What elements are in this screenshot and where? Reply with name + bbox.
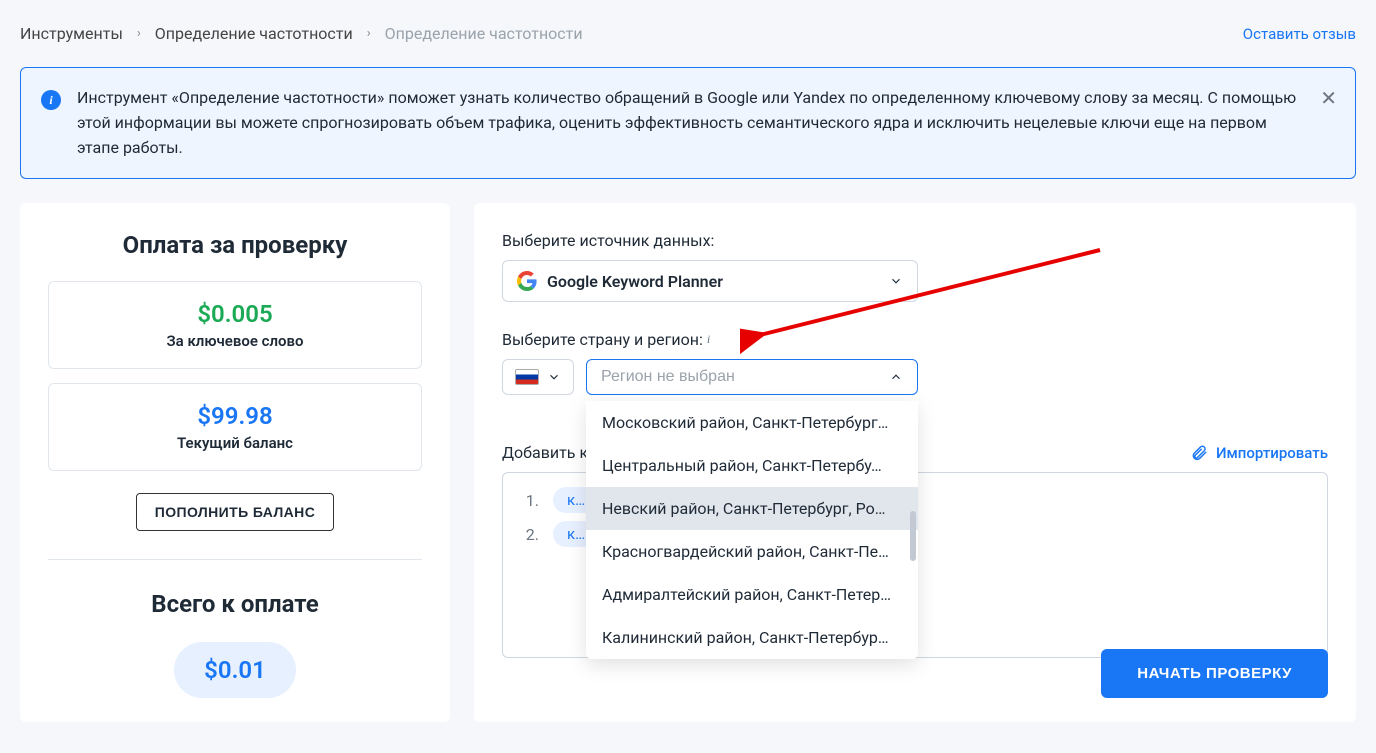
info-banner-text: Инструмент «Определение частотности» пом… [77,88,1296,157]
source-value: Google Keyword Planner [547,272,723,291]
source-select[interactable]: Google Keyword Planner [502,260,918,302]
chevron-down-icon [889,274,903,288]
breadcrumb-tool[interactable]: Определение частотности [155,24,353,43]
attachment-icon [1190,444,1208,462]
region-option[interactable]: Московский район, Санкт-Петербург… [586,401,918,444]
info-icon: i [41,90,61,110]
keyword-number: 2. [521,525,539,544]
import-label: Импортировать [1216,444,1328,462]
country-flag-select[interactable] [502,359,574,395]
chevron-right-icon: › [137,26,141,41]
divider [48,559,422,560]
flag-russia-icon [515,369,539,385]
chevron-right-icon: › [367,26,371,41]
price-per-keyword-label: За ключевое слово [65,332,405,350]
import-link[interactable]: Импортировать [1190,444,1328,462]
region-label: Выберите страну и регион: [502,330,703,349]
start-check-button[interactable]: НАЧАТЬ ПРОВЕРКУ [1101,649,1328,698]
total-amount: $0.01 [174,642,296,698]
breadcrumb: Инструменты › Определение частотности › … [20,24,583,43]
region-option[interactable]: Калининский район, Санкт-Петербур… [586,616,918,659]
chevron-up-icon [889,370,903,384]
region-option[interactable]: Центральный район, Санкт-Петербу… [586,444,918,487]
region-option[interactable]: Красногвардейский район, Санкт-Пе… [586,530,918,573]
payment-title: Оплата за проверку [48,231,422,259]
payment-sidebar: Оплата за проверку $0.005 За ключевое сл… [20,203,450,722]
breadcrumb-current: Определение частотности [385,24,583,43]
region-dropdown: Московский район, Санкт-Петербург…Центра… [586,401,918,659]
topup-balance-button[interactable]: ПОПОЛНИТЬ БАЛАНС [136,493,334,531]
region-input[interactable] [601,368,889,386]
price-per-keyword-value: $0.005 [65,300,405,328]
info-banner: i Инструмент «Определение частотности» п… [20,67,1356,179]
price-per-keyword-card: $0.005 За ключевое слово [48,281,422,369]
source-label: Выберите источник данных: [502,231,1328,250]
region-select[interactable] [586,359,918,395]
balance-value: $99.98 [65,402,405,430]
main-content-panel: Выберите источник данных: Google Keyword… [474,203,1356,722]
breadcrumb-instruments[interactable]: Инструменты [20,24,123,43]
close-icon: ✕ [1320,88,1337,110]
total-title: Всего к оплате [48,590,422,618]
scrollbar-thumb[interactable] [910,511,916,561]
close-banner-button[interactable]: ✕ [1320,86,1337,111]
region-option[interactable]: Адмиралтейский район, Санкт-Петер… [586,573,918,616]
info-icon[interactable]: i [707,332,710,347]
keywords-label: Добавить к [502,443,588,462]
feedback-link[interactable]: Оставить отзыв [1243,25,1356,43]
chevron-down-icon [547,370,561,384]
balance-label: Текущий баланс [65,434,405,452]
region-option[interactable]: Невский район, Санкт-Петербург, Ро… [586,487,918,530]
balance-card: $99.98 Текущий баланс [48,383,422,471]
keyword-number: 1. [521,491,539,510]
google-icon [517,271,537,291]
